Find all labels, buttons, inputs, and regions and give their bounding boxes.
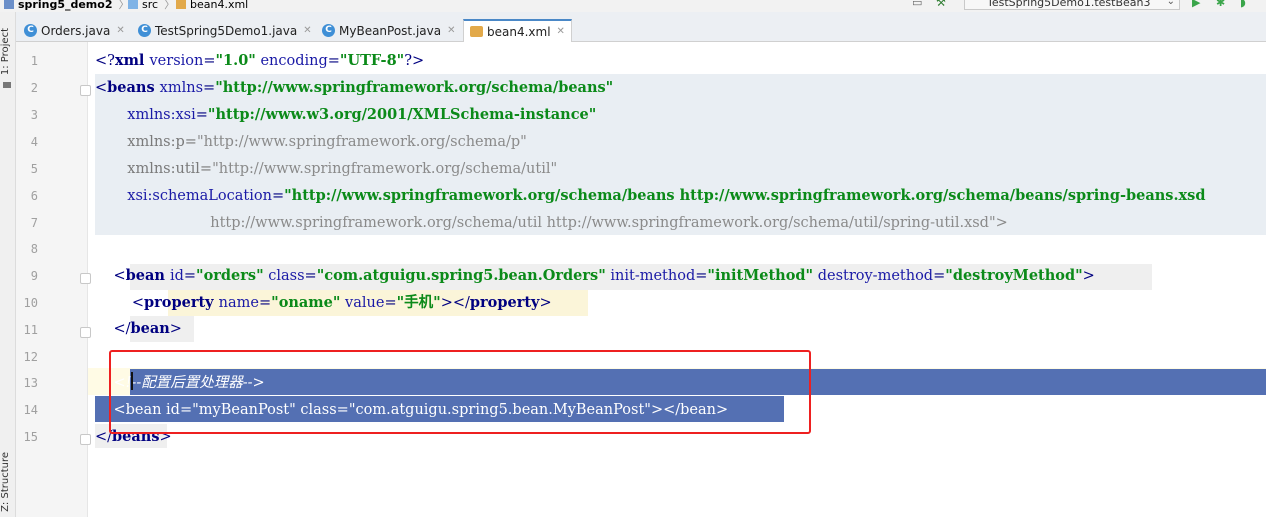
tab-testspring5demo1-java[interactable]: C TestSpring5Demo1.java ✕ <box>132 19 318 42</box>
tab-orders-java[interactable]: C Orders.java ✕ <box>18 19 131 42</box>
line-number: 11 <box>23 323 38 337</box>
layout-icon[interactable]: ▭ <box>912 0 922 9</box>
line-number: 9 <box>30 269 38 283</box>
code-line-10: <property name="oname" value="手机"></prop… <box>131 294 552 311</box>
close-icon[interactable]: ✕ <box>557 26 565 37</box>
code-line-4: xmlns:p="http://www.springframework.org/… <box>127 134 527 150</box>
build-hammer-icon[interactable]: ⚒ <box>936 0 946 9</box>
chevron-down-icon: ⌄ <box>1166 0 1175 7</box>
fold-marker-icon[interactable] <box>80 327 91 338</box>
breadcrumb-folder[interactable]: src 〉 <box>128 0 175 11</box>
fold-marker-icon[interactable] <box>80 273 91 284</box>
fold-marker-icon[interactable] <box>80 434 91 445</box>
line-number: 7 <box>30 216 38 230</box>
close-icon[interactable]: ✕ <box>447 25 455 36</box>
line-number: 15 <box>23 430 38 444</box>
line-number: 14 <box>23 403 38 417</box>
code-line-9: <bean id="orders" class="com.atguigu.spr… <box>113 267 1095 284</box>
java-class-icon: C <box>24 24 37 37</box>
line-number: 3 <box>30 108 38 122</box>
run-configuration-select[interactable]: TestSpring5Demo1.testBean3 ⌄ <box>964 0 1180 10</box>
namespace-block-highlight <box>95 74 1266 235</box>
fold-marker-icon[interactable] <box>80 85 91 96</box>
coverage-icon[interactable]: ◗ <box>1240 0 1246 9</box>
code-line-7: http://www.springframework.org/schema/ut… <box>210 215 1008 231</box>
code-line-1: <?xml version="1.0" encoding="UTF-8"?> <box>95 52 425 69</box>
folder-icon <box>128 0 138 9</box>
breadcrumb-file[interactable]: bean4.xml <box>176 0 248 11</box>
line-number: 8 <box>30 242 38 256</box>
code-line-5: xmlns:util="http://www.springframework.o… <box>127 161 558 177</box>
line-number: 4 <box>30 135 38 149</box>
editor-tab-bar: C Orders.java ✕ C TestSpring5Demo1.java … <box>16 12 1266 42</box>
project-tool-icon <box>3 82 11 88</box>
line-number: 13 <box>23 376 38 390</box>
breadcrumb-project[interactable]: spring5_demo2 〉 <box>4 0 129 11</box>
code-line-2: <beans xmlns="http://www.springframework… <box>95 79 614 96</box>
line-number: 10 <box>23 296 38 310</box>
java-test-class-icon: C <box>138 24 151 37</box>
line-number: 12 <box>23 350 38 364</box>
line-number: 2 <box>30 81 38 95</box>
java-class-icon: C <box>322 24 335 37</box>
code-line-6: xsi:schemaLocation="http://www.springfra… <box>127 187 1206 204</box>
line-number: 6 <box>30 189 38 203</box>
close-icon[interactable]: ✕ <box>116 25 124 36</box>
close-icon[interactable]: ✕ <box>303 25 311 36</box>
structure-tool-button[interactable]: Z: Structure <box>0 452 11 512</box>
red-annotation-box <box>109 350 811 434</box>
code-line-3: xmlns:xsi="http://www.w3.org/2001/XMLSch… <box>127 106 597 123</box>
project-tool-button[interactable]: 1: Project <box>0 28 11 75</box>
tool-window-strip: 1: Project Z: Structure <box>0 12 16 517</box>
line-number: 1 <box>30 54 38 68</box>
line-number: 5 <box>30 162 38 176</box>
xml-file-icon <box>176 0 186 9</box>
tab-bean4-xml[interactable]: bean4.xml ✕ <box>463 19 572 42</box>
code-line-11: </bean> <box>113 320 182 337</box>
project-icon <box>4 0 14 9</box>
tab-mybeanpost-java[interactable]: C MyBeanPost.java ✕ <box>316 19 461 42</box>
debug-icon[interactable]: ✱ <box>1216 0 1225 9</box>
navigation-bar: spring5_demo2 〉 src 〉 bean4.xml ▭ ⚒ Test… <box>0 0 1266 12</box>
run-icon[interactable]: ▶ <box>1192 0 1200 9</box>
breadcrumb-separator: 〉 <box>164 0 176 11</box>
xml-file-icon <box>470 26 483 37</box>
